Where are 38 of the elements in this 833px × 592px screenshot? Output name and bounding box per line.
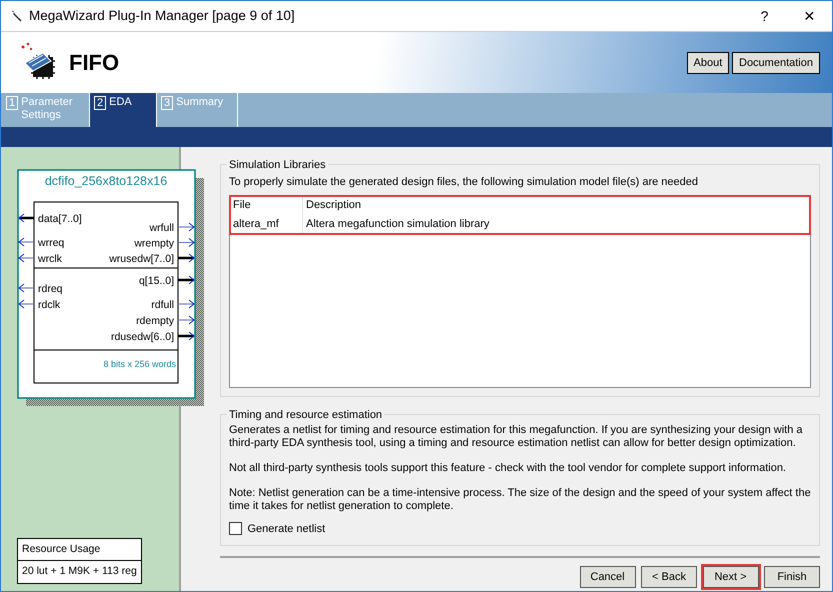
symbol-note: 8 bits x 256 words bbox=[103, 359, 176, 369]
group-description: To properly simulate the generated design files, the following simulation model file(s) are needed bbox=[229, 175, 699, 190]
column-header[interactable]: File bbox=[230, 196, 303, 214]
checkbox-label[interactable]: Generate netlist bbox=[248, 520, 326, 537]
info-paragraph: Not all third-party synthesis tools support this feature - check with the tool vendor for complete support information. bbox=[229, 462, 787, 474]
wizard-button[interactable]: Finish bbox=[764, 566, 820, 588]
info-paragraph: Generates a netlist for timing and resource estimation for this megafunction. If you are synthesizing your design with a third-party EDA synthesis tool, using a timing and resource estimation netlist can allow for better design optimization. bbox=[229, 424, 804, 450]
pin-label: wrempty bbox=[134, 238, 174, 250]
list-cell-text: Altera megafunction simulation library bbox=[305, 216, 490, 232]
column-header[interactable]: Description bbox=[303, 196, 362, 214]
symbol-title: dcfifo_256x8to128x16 bbox=[44, 174, 168, 188]
info-paragraph: Note: Netlist generation can be a time-intensive process. The size of the design and the speed of your system affect the time it takes for netlist generation to complete. bbox=[229, 486, 811, 512]
close-button[interactable]: ✕ bbox=[787, 6, 832, 26]
pin-label: q[15..0] bbox=[138, 275, 174, 287]
pin-label: rdusedw[6..0] bbox=[110, 331, 174, 343]
pin-label: rdempty bbox=[136, 315, 174, 327]
checkbox[interactable] bbox=[229, 522, 242, 536]
window-title: MegaWizard Plug-In Manager [page 9 of 10] bbox=[29, 6, 295, 25]
pin-label: rdreq bbox=[38, 283, 63, 295]
pin-label: wrreq bbox=[38, 237, 64, 249]
header-button[interactable]: Documentation bbox=[732, 52, 820, 74]
wand-icon bbox=[11, 10, 23, 22]
tab[interactable]: 2 EDA bbox=[90, 93, 157, 127]
list-cell: altera_mf bbox=[230, 214, 303, 234]
resource-usage-title: Resource Usage bbox=[18, 538, 141, 562]
pin-label: wrusedw[7..0] bbox=[109, 253, 174, 265]
resource-usage-value: 20 lut + 1 M9K + 113 reg bbox=[21, 564, 138, 580]
wizard-title: FIFO bbox=[69, 49, 120, 77]
pin-label: rdfull bbox=[151, 299, 174, 311]
help-button[interactable]: ? bbox=[742, 6, 787, 26]
wizard-button[interactable]: Cancel bbox=[580, 566, 636, 588]
pin-label: wrclk bbox=[38, 253, 62, 265]
header-button[interactable]: About bbox=[686, 52, 730, 74]
pin-label: rdclk bbox=[38, 299, 60, 311]
pin-label: data[7..0] bbox=[38, 213, 82, 225]
pin-label: wrfull bbox=[149, 222, 174, 234]
wizard-button[interactable]: < Back bbox=[641, 566, 697, 588]
wizard-button[interactable]: Next > bbox=[702, 566, 758, 588]
